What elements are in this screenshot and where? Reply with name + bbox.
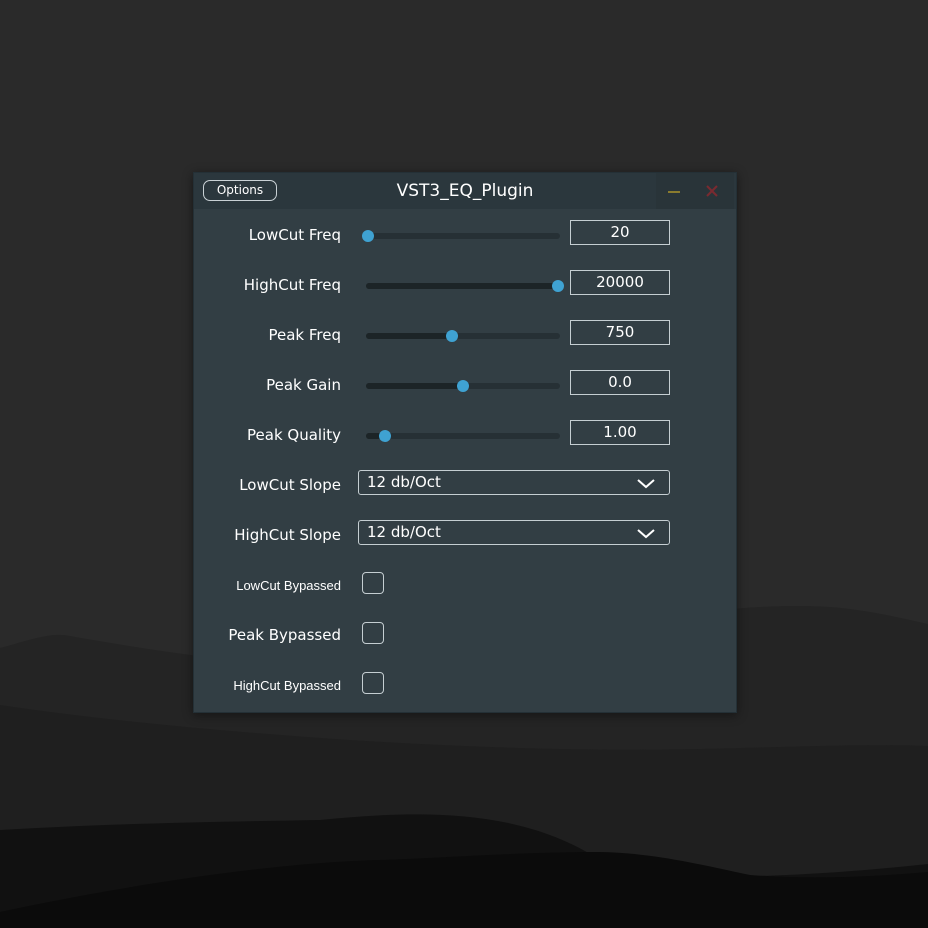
chevron-down-icon — [637, 479, 655, 489]
slider-thumb[interactable] — [457, 380, 469, 392]
highcut-slope-dropdown[interactable]: 12 db/Oct — [358, 520, 670, 545]
peak-gain-slider[interactable] — [362, 380, 564, 392]
slider-thumb[interactable] — [552, 280, 564, 292]
lowcut-slope-dropdown[interactable]: 12 db/Oct — [358, 470, 670, 495]
peak-freq-slider[interactable] — [362, 330, 564, 342]
lowcut-freq-slider[interactable] — [362, 230, 564, 242]
lowcut-freq-value[interactable]: 20 — [570, 220, 670, 245]
window-controls — [656, 173, 734, 209]
chevron-down-icon — [637, 529, 655, 539]
dropdown-value: 12 db/Oct — [367, 473, 441, 491]
dropdown-value: 12 db/Oct — [367, 523, 441, 541]
peak-gain-value[interactable]: 0.0 — [570, 370, 670, 395]
slider-track — [366, 233, 560, 239]
peak-freq-row: Peak Freq 750 — [194, 320, 736, 351]
plugin-window: Options VST3_EQ_Plugin LowCut Freq 20 Hi… — [193, 172, 737, 713]
slider-fill — [366, 283, 558, 289]
highcut-bypassed-label: HighCut Bypassed — [233, 678, 341, 693]
peak-gain-row: Peak Gain 0.0 — [194, 370, 736, 401]
lowcut-bypass-row: LowCut Bypassed — [194, 571, 736, 601]
lowcut-slope-row: LowCut Slope 12 db/Oct — [194, 470, 736, 501]
slider-thumb[interactable] — [362, 230, 374, 242]
peak-gain-label: Peak Gain — [266, 376, 341, 394]
peak-freq-value[interactable]: 750 — [570, 320, 670, 345]
options-button[interactable]: Options — [203, 180, 277, 201]
slider-fill — [366, 333, 452, 339]
highcut-slope-label: HighCut Slope — [234, 526, 341, 544]
lowcut-freq-row: LowCut Freq 20 — [194, 220, 736, 251]
highcut-slope-row: HighCut Slope 12 db/Oct — [194, 520, 736, 551]
peak-bypass-row: Peak Bypassed — [194, 621, 736, 651]
lowcut-slope-label: LowCut Slope — [239, 476, 341, 494]
minimize-icon[interactable] — [666, 183, 682, 199]
highcut-freq-label: HighCut Freq — [243, 276, 341, 294]
highcut-freq-value[interactable]: 20000 — [570, 270, 670, 295]
lowcut-bypassed-checkbox[interactable] — [362, 572, 384, 594]
highcut-freq-row: HighCut Freq 20000 — [194, 270, 736, 301]
slider-fill — [366, 383, 463, 389]
slider-track — [366, 433, 560, 439]
highcut-freq-slider[interactable] — [362, 280, 564, 292]
peak-quality-row: Peak Quality 1.00 — [194, 420, 736, 451]
lowcut-bypassed-label: LowCut Bypassed — [236, 578, 341, 593]
peak-freq-label: Peak Freq — [268, 326, 341, 344]
lowcut-freq-label: LowCut Freq — [248, 226, 341, 244]
peak-bypassed-checkbox[interactable] — [362, 622, 384, 644]
peak-quality-value[interactable]: 1.00 — [570, 420, 670, 445]
peak-quality-slider[interactable] — [362, 430, 564, 442]
highcut-bypassed-checkbox[interactable] — [362, 672, 384, 694]
title-bar[interactable]: Options VST3_EQ_Plugin — [194, 173, 736, 209]
close-icon[interactable] — [704, 183, 720, 199]
peak-quality-label: Peak Quality — [247, 426, 341, 444]
highcut-bypass-row: HighCut Bypassed — [194, 671, 736, 701]
peak-bypassed-label: Peak Bypassed — [228, 626, 341, 644]
slider-thumb[interactable] — [379, 430, 392, 442]
slider-thumb[interactable] — [445, 330, 458, 342]
